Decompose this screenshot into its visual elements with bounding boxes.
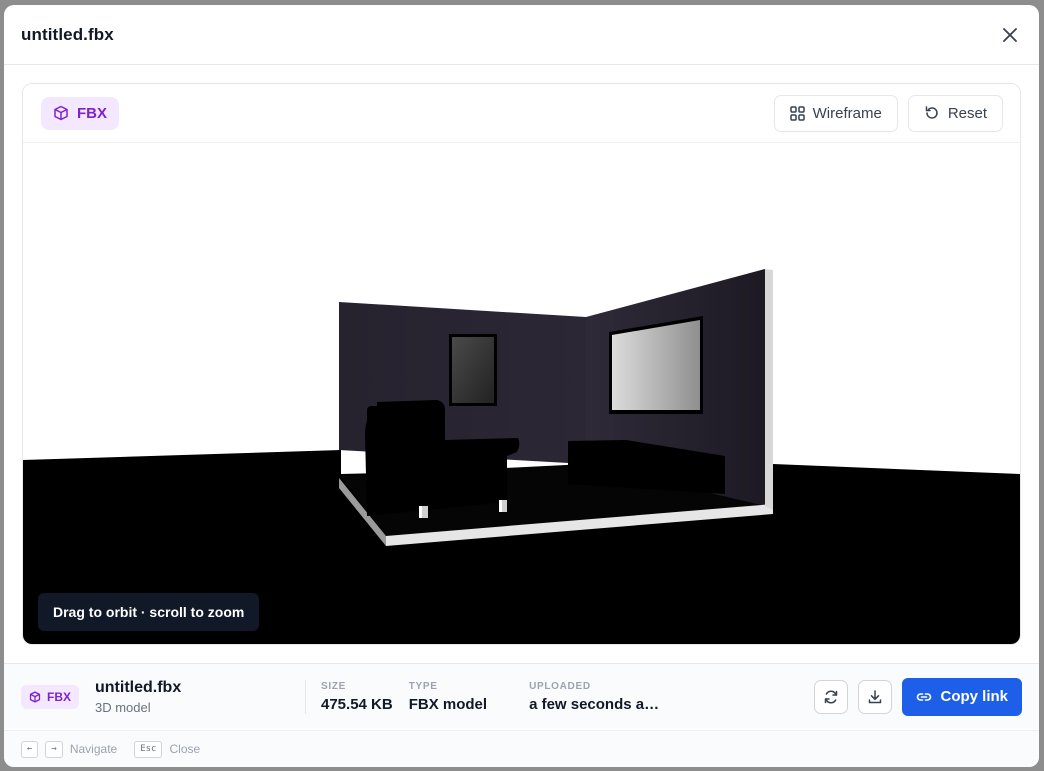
esc-key: Esc bbox=[134, 740, 163, 758]
close-button[interactable] bbox=[998, 23, 1022, 47]
refresh-icon bbox=[825, 689, 838, 704]
meta-size: SIZE 475.54 KB bbox=[321, 681, 393, 713]
uploaded-label: UPLOADED bbox=[529, 680, 591, 692]
next-key: → bbox=[45, 740, 63, 758]
reset-label: Reset bbox=[947, 104, 987, 122]
meta-uploaded: UPLOADED a few seconds a… bbox=[529, 681, 659, 713]
reset-icon bbox=[925, 106, 938, 119]
replace-button[interactable] bbox=[814, 679, 849, 714]
preview-modal: untitled.fbx FBX Wireframe Reset Drag to… bbox=[4, 5, 1039, 767]
modal-header: untitled.fbx bbox=[4, 5, 1039, 65]
grid-icon bbox=[789, 105, 805, 121]
cube-icon bbox=[54, 105, 68, 121]
size-label: SIZE bbox=[321, 680, 347, 692]
model-viewer: FBX Wireframe Reset Drag to orbit · scro… bbox=[22, 83, 1021, 645]
file-info: untitled.fbx 3D model bbox=[95, 679, 305, 715]
file-name: untitled.fbx bbox=[95, 678, 182, 696]
type-value: FBX model bbox=[408, 695, 488, 713]
viewer-toolbar: FBX Wireframe Reset bbox=[23, 84, 1020, 143]
modal-title: untitled.fbx bbox=[21, 24, 114, 44]
uploaded-value: a few seconds a… bbox=[529, 695, 660, 713]
copy-link-label: Copy link bbox=[940, 688, 1008, 705]
wireframe-button[interactable]: Wireframe bbox=[773, 94, 898, 132]
navigate-label: Navigate bbox=[69, 742, 118, 756]
download-button[interactable] bbox=[858, 679, 893, 714]
3d-scene-render bbox=[23, 144, 1020, 644]
size-value: 475.54 KB bbox=[321, 695, 393, 713]
footer-badge-label: FBX bbox=[47, 689, 71, 704]
cube-icon bbox=[29, 690, 41, 703]
orbit-hint: Drag to orbit · scroll to zoom bbox=[38, 593, 260, 631]
shortcut-bar: ← → Navigate Esc Close bbox=[4, 730, 1039, 767]
close-icon bbox=[1003, 27, 1017, 42]
wireframe-label: Wireframe bbox=[812, 104, 882, 122]
file-kind: 3D model bbox=[95, 699, 151, 715]
footer-format-badge: FBX bbox=[21, 684, 79, 709]
divider bbox=[305, 679, 306, 714]
close-shortcut-label: Close bbox=[169, 742, 201, 756]
copy-link-button[interactable]: Copy link bbox=[902, 677, 1022, 716]
reset-button[interactable]: Reset bbox=[907, 94, 1003, 132]
prev-key: ← bbox=[21, 740, 39, 758]
download-icon bbox=[869, 689, 882, 703]
format-badge: FBX bbox=[41, 96, 119, 130]
type-label: TYPE bbox=[408, 680, 438, 692]
meta-type: TYPE FBX model bbox=[409, 681, 487, 713]
file-footer: FBX untitled.fbx 3D model SIZE 475.54 KB… bbox=[4, 663, 1039, 729]
format-badge-label: FBX bbox=[77, 104, 107, 122]
link-icon bbox=[917, 692, 932, 701]
3d-canvas[interactable]: Drag to orbit · scroll to zoom bbox=[23, 144, 1020, 644]
